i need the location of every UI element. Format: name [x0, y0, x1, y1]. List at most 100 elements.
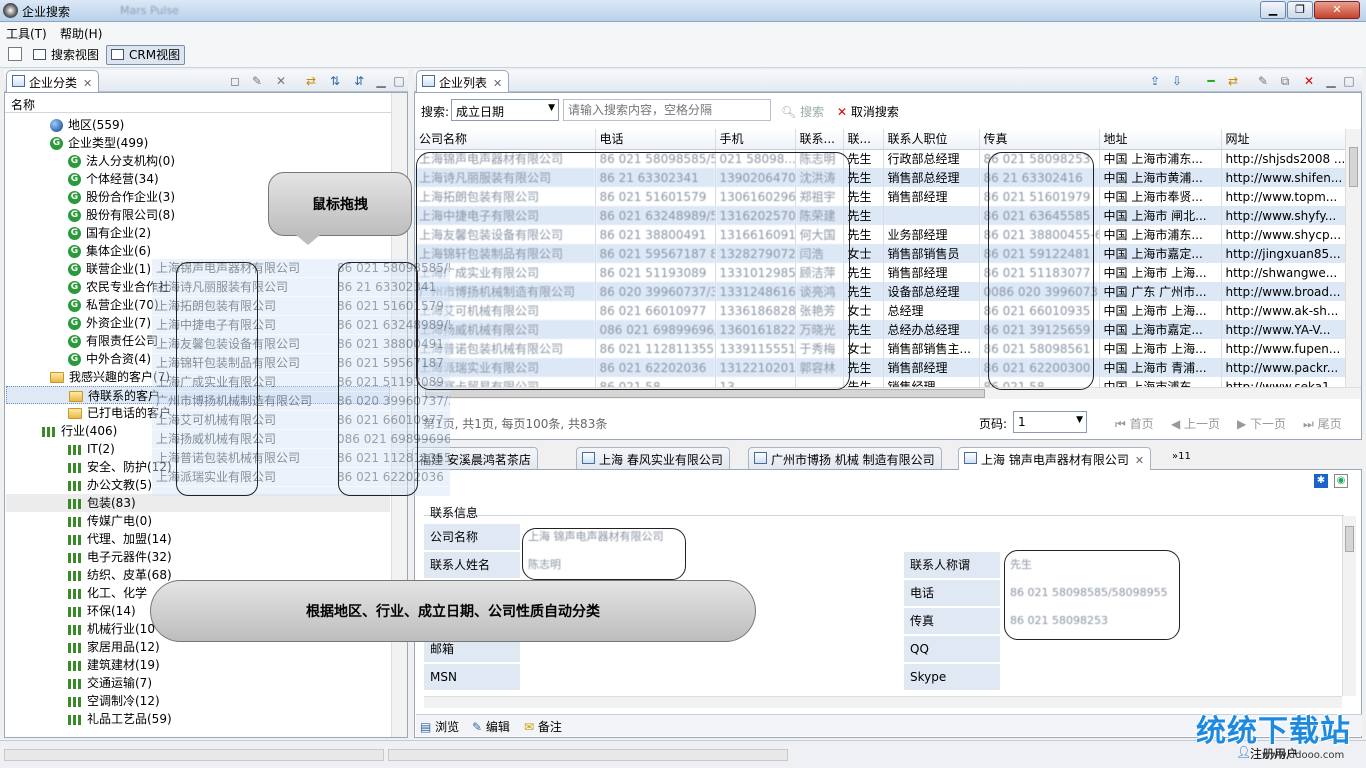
detail-vscroll-thumb[interactable] — [1345, 526, 1354, 552]
close-tab-icon[interactable]: ✕ — [1135, 454, 1144, 467]
category-icon: G — [68, 209, 81, 222]
search-input[interactable] — [563, 99, 771, 121]
menu-bar: 工具(T) 帮助(H) — [0, 22, 1366, 42]
tab-company-list[interactable]: 企业列表 ✕ — [416, 70, 510, 92]
minimize-view-icon[interactable]: ▁ — [1324, 74, 1338, 88]
contact-title-label: 联系人称谓 — [904, 552, 1000, 578]
tree-node[interactable]: 化工、化学 — [68, 584, 147, 602]
detail-tab-1[interactable]: 上海 春风实业有限公司 — [576, 447, 730, 469]
tree-node[interactable]: G 法人分支机构(0) — [68, 152, 175, 170]
refresh-icon[interactable]: ⇄ — [1226, 74, 1240, 88]
delete-icon[interactable]: ✕ — [274, 74, 288, 88]
hscroll-thumb[interactable] — [425, 389, 985, 398]
page-select[interactable]: 1 ▼ — [1013, 411, 1087, 433]
table-vscroll[interactable] — [1345, 129, 1361, 387]
column-header[interactable]: 手机 — [715, 129, 796, 150]
table-cell: http://www.topm... — [1221, 187, 1345, 206]
table-cell: http://www.shifen... — [1221, 168, 1345, 187]
tab-category[interactable]: 企业分类 ✕ — [6, 70, 100, 92]
prev-page-label: 上一页 — [1184, 417, 1221, 431]
perspective-crm-view[interactable]: CRM视图 — [106, 45, 186, 65]
sync-icon[interactable]: ⇄ — [304, 74, 318, 88]
maximize-view-icon[interactable]: □ — [1342, 74, 1356, 88]
tree-node[interactable]: 办公文教(5) — [68, 476, 152, 494]
maximize-view-icon[interactable]: □ — [392, 74, 406, 88]
detail-tab-3[interactable]: 上海 锦声电声器材有限公司 ✕ — [958, 447, 1152, 470]
minimize-button[interactable]: ▁ — [1260, 1, 1286, 19]
new-folder-icon[interactable]: ◻ — [228, 74, 242, 88]
tree-node[interactable]: G 外资企业(7) — [68, 314, 151, 332]
tree-node[interactable]: 空调制冷(12) — [68, 692, 160, 710]
category-icon: G — [68, 245, 81, 258]
column-header[interactable]: 联... — [843, 129, 884, 150]
tree-node[interactable]: 环保(14) — [68, 602, 136, 620]
tree-node[interactable]: G 股份合作企业(3) — [68, 188, 175, 206]
tree-node[interactable]: G 国有企业(2) — [68, 224, 151, 242]
tab-overflow-indicator[interactable]: »11 — [1172, 451, 1191, 462]
table-cell: 中国 上海市浦东... — [1099, 377, 1222, 387]
detail-vscroll[interactable] — [1342, 516, 1356, 696]
copy-icon[interactable]: ⧉ — [1278, 74, 1292, 88]
tree-node[interactable]: G 私营企业(70) — [68, 296, 159, 314]
prev-page-button[interactable]: ◀ 上一页 — [1171, 415, 1220, 432]
menu-help[interactable]: 帮助(H) — [60, 25, 102, 42]
last-page-button[interactable]: ⏭ 尾页 — [1303, 415, 1342, 432]
tree-node[interactable]: G 企业类型(499) — [50, 134, 148, 152]
google-search-icon[interactable]: ◉ — [1334, 474, 1348, 488]
tree-node[interactable]: IT(2) — [68, 440, 115, 458]
column-header[interactable]: 地址 — [1099, 129, 1222, 150]
perspective-search-view[interactable]: 搜索视图 — [28, 45, 104, 65]
tree-node[interactable]: 包装(83) — [6, 494, 390, 512]
search-field-select[interactable]: 成立日期 ▼ — [451, 99, 559, 121]
tree-node-label: 化工、化学 — [87, 586, 148, 600]
tree-node[interactable]: 建筑建材(19) — [68, 656, 160, 674]
column-header[interactable]: 联系... — [795, 129, 844, 150]
delete-record-icon[interactable]: ✕ — [1302, 74, 1316, 88]
edit-icon[interactable]: ✎ — [250, 74, 264, 88]
collapse-icon[interactable]: ━ — [1204, 74, 1218, 88]
edit-tab[interactable]: ✎ 编辑 — [472, 718, 510, 735]
cancel-search-button[interactable]: ✕ 取消搜索 — [837, 103, 899, 120]
column-header[interactable]: 公司名称 — [415, 129, 596, 150]
tree-node[interactable]: G 有限责任公司 — [68, 332, 158, 350]
export-icon[interactable]: ⇪ — [1148, 74, 1162, 88]
close-tab-icon[interactable]: ✕ — [83, 77, 92, 90]
tree-node[interactable]: 交通运输(7) — [68, 674, 152, 692]
tree-node[interactable]: 家居用品(12) — [68, 638, 160, 656]
column-header[interactable]: 联系人职位 — [883, 129, 980, 150]
sort-icon[interactable]: ⇅ — [328, 74, 342, 88]
close-window-button[interactable]: ✕ — [1314, 1, 1360, 19]
tree-node[interactable]: G 个体经营(34) — [68, 170, 159, 188]
tree-node[interactable]: 代理、加盟(14) — [68, 530, 172, 548]
column-header[interactable]: 传真 — [979, 129, 1100, 150]
close-tab-icon[interactable]: ✕ — [493, 77, 502, 90]
tree-node[interactable]: 纺织、皮革(68) — [68, 566, 172, 584]
tree-node[interactable]: 传媒广电(0) — [68, 512, 152, 530]
edit-record-icon[interactable]: ✎ — [1256, 74, 1270, 88]
note-tab[interactable]: ✉ 备注 — [524, 718, 562, 735]
detail-tab-2[interactable]: 广州市博扬 机械 制造有限公司 — [748, 447, 942, 469]
browse-tab[interactable]: ▤ 浏览 — [420, 718, 459, 735]
open-perspective-icon[interactable] — [8, 47, 22, 61]
tree-node[interactable]: 礼品工艺品(59) — [68, 710, 172, 728]
minimize-view-icon[interactable]: ▁ — [374, 74, 388, 88]
column-header[interactable]: 网址 — [1221, 129, 1345, 150]
tree-node[interactable]: 电子元器件(32) — [68, 548, 172, 566]
tree-node[interactable]: G 中外合资(4) — [68, 350, 151, 368]
import-icon[interactable]: ⇩ — [1170, 74, 1184, 88]
vscroll-thumb[interactable] — [1349, 147, 1358, 187]
baidu-search-icon[interactable]: ✱ — [1314, 474, 1328, 488]
tree-node[interactable]: 地区(559) — [50, 116, 124, 134]
column-header[interactable]: 电话 — [595, 129, 716, 150]
next-page-button[interactable]: ▶ 下一页 — [1237, 415, 1286, 432]
first-page-button[interactable]: ⏮ 首页 — [1115, 415, 1154, 432]
tree-node[interactable]: 机械行业(10 — [68, 620, 155, 638]
tree-node[interactable]: G 股份有限公司(8) — [68, 206, 175, 224]
maximize-button[interactable]: ❐ — [1287, 1, 1313, 19]
menu-tools[interactable]: 工具(T) — [6, 25, 47, 42]
tree-node[interactable]: G 集体企业(6) — [68, 242, 151, 260]
search-button[interactable]: 🔍︎ 搜索 — [781, 103, 824, 120]
tree-node[interactable]: G 联营企业(1) — [68, 260, 151, 278]
tree-node[interactable]: 行业(406) — [42, 422, 117, 440]
sort-alt-icon[interactable]: ⇵ — [352, 74, 366, 88]
